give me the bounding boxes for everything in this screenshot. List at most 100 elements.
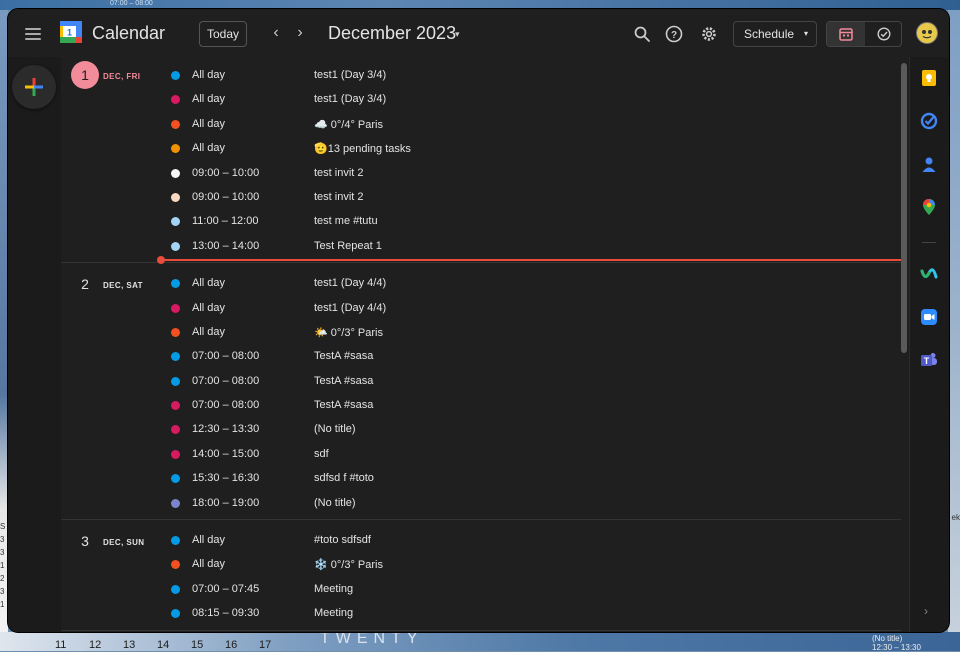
event-row[interactable]: All day 🌤️ 0°/3° Paris — [61, 320, 901, 344]
event-time: 11:00 – 12:00 — [192, 215, 259, 228]
event-title: test1 (Day 3/4) — [314, 69, 387, 81]
schedule-list: 1 DEC, FRI All day test1 (Day 3/4) All day te… — [61, 57, 901, 632]
event-color-dot — [171, 609, 180, 619]
create-event-button[interactable] — [12, 65, 56, 109]
event-row[interactable]: 08:15 – 09:30 Meeting — [61, 601, 901, 625]
app-title: Calendar — [92, 23, 166, 43]
keep-icon[interactable] — [920, 69, 938, 87]
event-row[interactable]: All day #toto sdfsdf — [61, 528, 901, 552]
current-time-line — [161, 259, 901, 262]
event-row[interactable]: 14:00 – 15:00 sdf — [61, 442, 901, 466]
event-title: test invit 2 — [314, 190, 364, 203]
event-title: Meeting — [314, 607, 354, 620]
event-row[interactable]: 07:00 – 08:00 TestA #sasa — [61, 393, 901, 417]
help-icon[interactable]: ? — [665, 25, 683, 43]
desktop-bottom-num: 14 — [157, 639, 170, 651]
event-row[interactable]: All day 🫡13 pending tasks — [61, 136, 901, 160]
today-button[interactable]: Today — [199, 21, 247, 47]
event-row[interactable]: 11:00 – 12:00 test me #tutu — [61, 209, 901, 233]
zoom-icon[interactable] — [920, 308, 938, 326]
event-color-dot — [171, 119, 180, 129]
event-time: All day — [192, 117, 226, 130]
desktop-bottom-num: 13 — [123, 639, 136, 651]
schedule-scrollbar[interactable] — [901, 57, 907, 632]
event-row[interactable]: 09:00 – 10:00 test invit 2 — [61, 185, 901, 209]
desktop-left-num: 3 — [0, 548, 5, 557]
desktop-bottom-nums: 11 12 13 14 15 16 17 — [55, 639, 293, 651]
event-time: 07:00 – 08:00 — [192, 399, 260, 412]
desktop-bottom-right-line1: (No title) — [872, 634, 903, 643]
event-title: TestA #sasa — [314, 399, 374, 412]
month-title[interactable]: December 2023 — [328, 23, 456, 44]
event-color-dot — [171, 401, 180, 411]
event-row[interactable]: All day ☁️ 0°/4° Paris — [61, 112, 901, 136]
month-dropdown-icon[interactable]: ▾ — [455, 29, 460, 40]
event-row[interactable]: 15:30 – 16:30 sdfsd f #toto — [61, 466, 901, 490]
event-title: 🫡13 pending tasks — [314, 143, 411, 156]
main-menu-button[interactable] — [25, 28, 41, 42]
desktop-bottom-num: 16 — [225, 639, 238, 651]
event-color-dot — [171, 536, 180, 546]
event-time: 07:00 – 07:45 — [192, 582, 260, 595]
teams-icon[interactable]: T — [920, 351, 938, 369]
event-row[interactable]: All day test1 (Day 4/4) — [61, 296, 901, 320]
event-time: All day — [192, 69, 226, 81]
desktop-left-num: 2 — [0, 574, 5, 583]
day-section: 2 DEC, SAT All day test1 (Day 4/4) All day te… — [61, 263, 901, 521]
event-row[interactable]: 07:00 – 08:00 TestA #sasa — [61, 344, 901, 368]
scrollbar-thumb[interactable] — [901, 63, 907, 353]
event-color-dot — [171, 474, 180, 484]
settings-icon[interactable] — [700, 25, 718, 43]
event-row[interactable]: 07:00 – 07:45 Meeting — [61, 577, 901, 601]
event-color-dot — [171, 376, 180, 386]
event-color-dot — [171, 425, 180, 435]
calendar-tasks-toggle[interactable] — [826, 21, 902, 47]
event-color-dot — [171, 560, 180, 570]
event-color-dot — [171, 241, 180, 251]
desktop-right-text: ek — [951, 513, 960, 522]
event-title: (No title) — [314, 496, 356, 509]
calendar-logo-icon[interactable]: 1 — [59, 20, 83, 44]
event-title: sdf — [314, 447, 329, 460]
event-row[interactable]: All day test1 (Day 3/4) — [61, 87, 901, 111]
event-row[interactable]: 13:00 – 14:00 Test Repeat 1 — [61, 234, 901, 258]
search-icon[interactable] — [633, 25, 651, 43]
event-title: (No title) — [314, 423, 356, 436]
desktop-bottom-num: 11 — [55, 639, 67, 651]
maps-icon[interactable] — [920, 198, 938, 216]
plus-icon — [25, 78, 43, 96]
rail-divider — [922, 242, 936, 243]
event-row[interactable]: 09:00 – 10:00 test invit 2 — [61, 161, 901, 185]
webex-icon[interactable] — [920, 265, 938, 283]
event-row[interactable]: 07:00 – 08:00 TestA #sasa — [61, 369, 901, 393]
view-switcher-label: Schedule — [744, 27, 795, 41]
event-color-dot — [171, 217, 180, 227]
event-row[interactable]: All day test1 (Day 4/4) — [61, 271, 901, 295]
svg-text:?: ? — [671, 30, 677, 41]
left-rail — [8, 57, 62, 632]
event-row[interactable]: 12:30 – 13:30 (No title) — [61, 417, 901, 441]
desktop-right: ek — [948, 10, 960, 651]
event-time: All day — [192, 558, 226, 571]
previous-period-button[interactable]: ‹ — [268, 24, 284, 42]
chevron-down-icon: ▾ — [803, 29, 808, 38]
tasks-icon[interactable] — [920, 112, 938, 130]
desktop-bottom-num: 12 — [89, 639, 102, 651]
view-switcher-button[interactable]: Schedule ▾ — [733, 21, 817, 47]
desktop-bottom-num: 17 — [259, 639, 272, 651]
event-row[interactable]: All day ❄️ 0°/3° Paris — [61, 552, 901, 576]
event-row[interactable]: 18:00 – 19:00 (No title) — [61, 491, 901, 515]
contacts-icon[interactable] — [920, 155, 938, 173]
event-title: 🌤️ 0°/3° Paris — [314, 326, 383, 339]
calendar-icon — [839, 28, 853, 41]
menu-icon-bar — [25, 28, 41, 30]
tasks-icon[interactable] — [877, 27, 891, 41]
calendar-toggle-button[interactable] — [827, 22, 865, 46]
avatar[interactable] — [916, 22, 938, 44]
event-color-dot — [171, 327, 180, 337]
expand-side-panel-button[interactable]: › — [924, 604, 928, 618]
event-row[interactable]: All day test1 (Day 3/4) — [61, 63, 901, 87]
event-color-dot — [171, 584, 180, 594]
avatar-face-icon — [922, 30, 932, 39]
next-period-button[interactable]: › — [292, 24, 308, 42]
